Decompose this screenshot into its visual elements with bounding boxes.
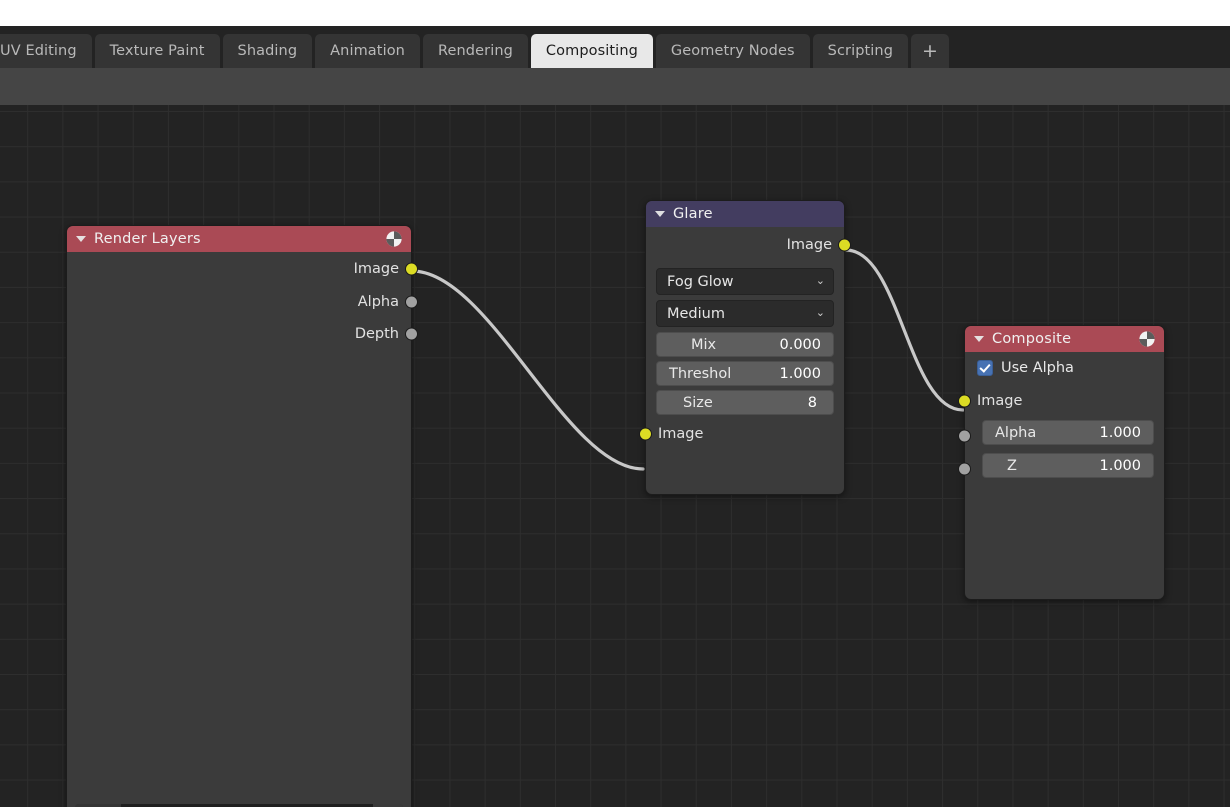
slider-value: 8 (807, 394, 817, 411)
slider-label: Alpha (995, 424, 1037, 441)
input-socket-row-image[interactable]: Image (958, 384, 1164, 418)
socket-label: Image (786, 237, 832, 253)
glare-type-value: Fog Glow (667, 273, 734, 290)
output-socket-row-depth[interactable]: Depth (67, 318, 418, 350)
collapse-triangle-icon[interactable] (655, 211, 665, 217)
tab-compositing[interactable]: Compositing (530, 34, 653, 68)
socket-label: Image (353, 261, 399, 277)
collapse-triangle-icon[interactable] (76, 236, 86, 242)
tab-label: Geometry Nodes (670, 43, 795, 59)
node-editor-canvas[interactable]: Render Layers Image Alpha Depth Glare Im… (0, 105, 1230, 807)
use-alpha-label: Use Alpha (1001, 360, 1074, 376)
slider-label: Threshol (669, 365, 732, 382)
add-workspace-button[interactable]: + (911, 34, 950, 68)
tab-rendering[interactable]: Rendering (422, 34, 528, 68)
tab-animation[interactable]: Animation (315, 34, 420, 68)
chevron-down-icon: ⌄ (815, 306, 825, 319)
socket-image-in[interactable] (958, 394, 971, 408)
link-renderlayers-to-glare (410, 269, 645, 471)
composite-z-slider[interactable]: Z 1.000 (982, 453, 1154, 478)
tab-uv-editing[interactable]: UV Editing (0, 34, 92, 68)
glare-type-dropdown[interactable]: Fog Glow ⌄ (656, 268, 834, 295)
blender-window: UV Editing Texture Paint Shading Animati… (0, 0, 1230, 807)
output-socket-row-alpha[interactable]: Alpha (67, 286, 418, 318)
node-title: Glare (673, 206, 713, 222)
node-composite[interactable]: Composite Use Alpha Image Alpha 1.000 Z … (958, 325, 1165, 600)
workspace-tab-bar: UV Editing Texture Paint Shading Animati… (0, 26, 1230, 68)
slider-label: Mix (691, 336, 717, 353)
input-socket-row-z[interactable]: Z 1.000 (958, 453, 1164, 484)
tab-label: Rendering (437, 43, 513, 59)
node-body-composite: Use Alpha Image Alpha 1.000 Z 1.000 (958, 352, 1164, 484)
plus-icon: + (922, 40, 939, 62)
composite-alpha-slider[interactable]: Alpha 1.000 (982, 420, 1154, 445)
node-header-composite[interactable]: Composite (965, 326, 1164, 352)
tab-texture-paint[interactable]: Texture Paint (94, 34, 220, 68)
socket-alpha-in[interactable] (958, 429, 971, 442)
window-top-strip (0, 0, 1230, 26)
socket-alpha-out[interactable] (405, 295, 418, 309)
compositor-header-bar[interactable] (0, 68, 1230, 105)
tab-label: Shading (237, 43, 298, 59)
tab-label: Compositing (545, 43, 638, 59)
socket-image-in[interactable] (639, 427, 652, 441)
slider-value: 1.000 (779, 365, 821, 382)
socket-label: Depth (354, 326, 399, 342)
glare-quality-dropdown[interactable]: Medium ⌄ (656, 300, 834, 327)
socket-label: Alpha (357, 294, 399, 310)
socket-label: Image (977, 393, 1023, 409)
input-socket-row-alpha[interactable]: Alpha 1.000 (958, 420, 1164, 451)
glare-mix-slider[interactable]: Mix 0.000 (656, 332, 834, 357)
output-socket-row-image[interactable]: Image (67, 252, 418, 286)
tab-label: Scripting (827, 43, 894, 59)
tab-geometry-nodes[interactable]: Geometry Nodes (655, 34, 810, 68)
render-layers-datablock-controls: ⌄ Scene × View Layer ⌄ (67, 800, 411, 807)
socket-depth-out[interactable] (405, 327, 418, 341)
socket-image-out[interactable] (405, 262, 418, 276)
node-body-glare: Image Fog Glow ⌄ Medium ⌄ Mix 0.000 Thre… (639, 227, 851, 449)
tab-label: UV Editing (0, 43, 77, 59)
socket-z-in[interactable] (958, 462, 971, 475)
socket-image-out[interactable] (838, 238, 851, 252)
chevron-down-icon: ⌄ (815, 274, 825, 287)
render-sphere-icon (1139, 331, 1155, 347)
render-sphere-icon (386, 231, 402, 247)
slider-label: Size (683, 394, 713, 411)
glare-quality-value: Medium (667, 305, 725, 322)
collapse-triangle-icon[interactable] (974, 336, 984, 342)
tab-shading[interactable]: Shading (222, 34, 313, 68)
output-socket-row-image[interactable]: Image (646, 227, 851, 263)
node-header-render-layers[interactable]: Render Layers (67, 226, 411, 252)
input-socket-row-image[interactable]: Image (639, 419, 844, 449)
use-alpha-checkbox[interactable] (977, 360, 993, 376)
tab-scripting[interactable]: Scripting (812, 34, 909, 68)
slider-label: Z (1007, 457, 1017, 474)
node-header-glare[interactable]: Glare (646, 201, 844, 227)
tab-label: Animation (330, 43, 405, 59)
node-render-layers[interactable]: Render Layers Image Alpha Depth (66, 225, 418, 807)
slider-value: 0.000 (779, 336, 821, 353)
glare-size-slider[interactable]: Size 8 (656, 390, 834, 415)
node-title: Render Layers (94, 231, 201, 247)
glare-threshold-slider[interactable]: Threshol 1.000 (656, 361, 834, 386)
use-alpha-row[interactable]: Use Alpha (965, 352, 1164, 384)
socket-label: Image (658, 426, 704, 442)
node-title: Composite (992, 331, 1072, 347)
slider-value: 1.000 (1099, 457, 1141, 474)
tab-label: Texture Paint (109, 43, 205, 59)
node-glare[interactable]: Glare Image Fog Glow ⌄ Medium ⌄ Mix 0.00… (639, 200, 851, 495)
slider-value: 1.000 (1099, 424, 1141, 441)
link-glare-to-composite (844, 248, 965, 412)
node-body-render-layers: Image Alpha Depth (67, 252, 418, 350)
